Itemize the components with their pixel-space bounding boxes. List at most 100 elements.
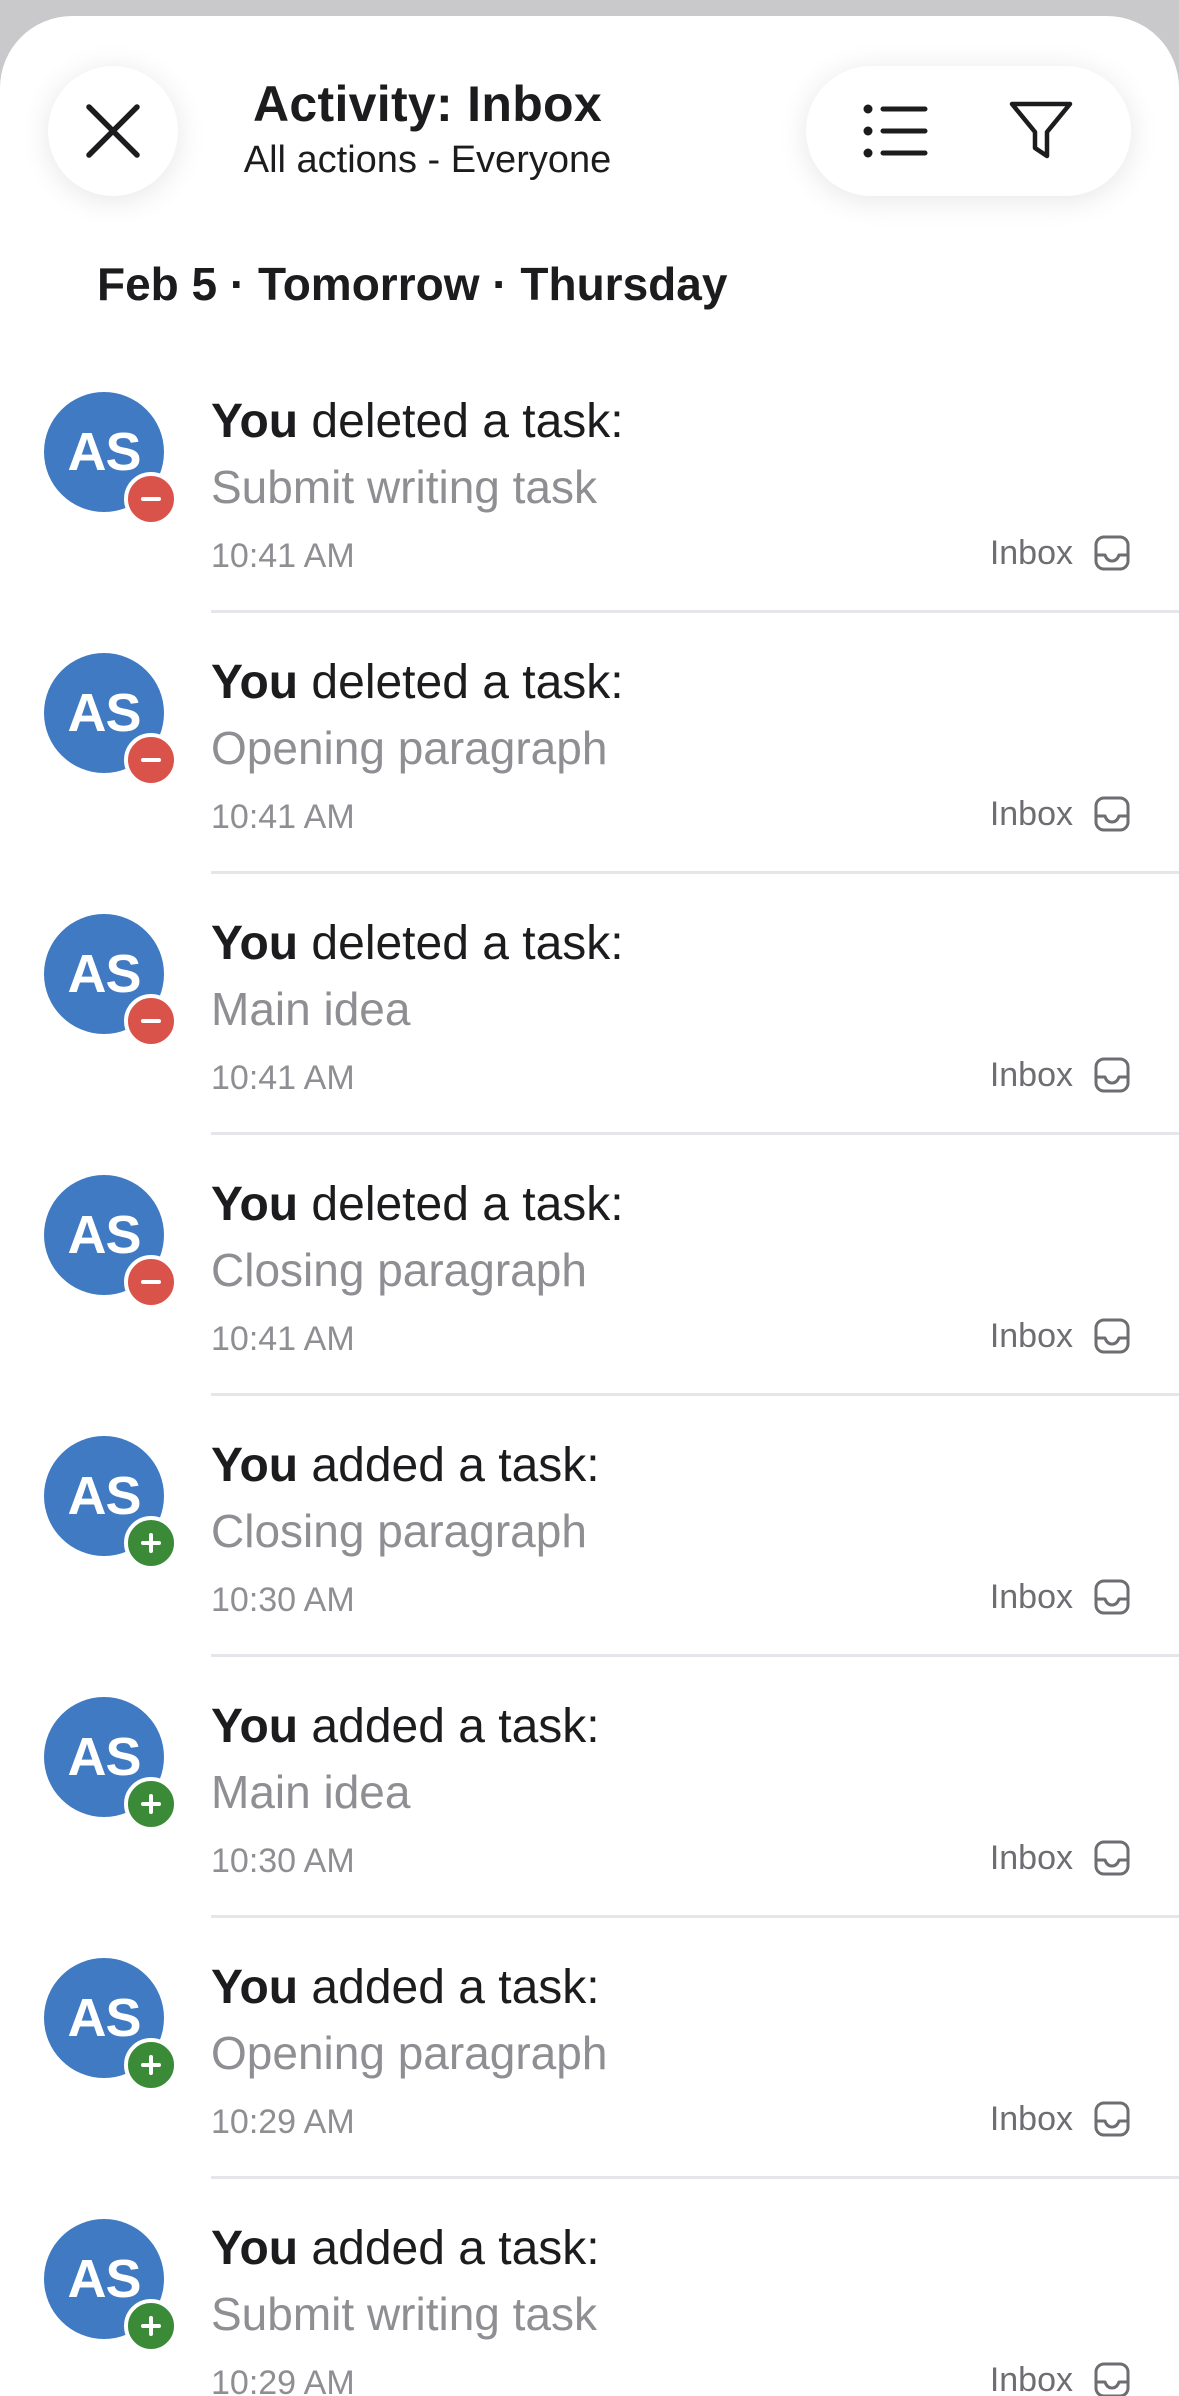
activity-description: You added a task: (211, 1697, 600, 1757)
project-tag: Inbox (990, 532, 1131, 574)
task-name: Main idea (211, 1766, 411, 1818)
added-badge (124, 1777, 178, 1831)
added-badge (124, 2038, 178, 2092)
inbox-icon (1094, 796, 1130, 832)
task-name: Main idea (211, 983, 411, 1035)
avatar-initials: AS (67, 1988, 141, 2048)
minus-icon (141, 497, 161, 501)
action-text: deleted a task: (298, 1178, 624, 1231)
actor-name: You (211, 1961, 299, 2014)
action-text: added a task: (298, 1700, 600, 1753)
avatar-initials: AS (67, 1205, 141, 1265)
deleted-badge (124, 472, 178, 526)
added-badge (124, 2299, 178, 2353)
activity-item[interactable]: AS You added a task: Closing paragraph 1… (0, 1396, 1179, 1657)
filter-button[interactable] (986, 76, 1096, 186)
project-tag: Inbox (990, 1837, 1131, 1879)
project-tag: Inbox (990, 793, 1131, 835)
actor-name: You (211, 1700, 299, 1753)
activity-description: You deleted a task: (211, 392, 624, 452)
avatar-initials: AS (67, 683, 141, 743)
inbox-icon (1094, 2101, 1130, 2137)
action-text: deleted a task: (298, 395, 624, 448)
deleted-badge (124, 733, 178, 787)
deleted-badge (124, 1255, 178, 1309)
action-text: added a task: (298, 1961, 600, 2014)
page-subtitle: All actions - Everyone (243, 139, 612, 181)
activity-item[interactable]: AS You deleted a task: Opening paragraph… (0, 613, 1179, 874)
close-icon (86, 104, 140, 158)
activity-description: You deleted a task: (211, 1175, 624, 1235)
minus-icon (141, 758, 161, 762)
actor-name: You (211, 917, 299, 970)
inbox-icon (1094, 1840, 1130, 1876)
activity-sheet: Activity: Inbox All actions - Everyone F… (0, 16, 1179, 2396)
avatar-initials: AS (67, 1727, 141, 1787)
plus-icon (141, 2055, 161, 2075)
activity-item[interactable]: AS You added a task: Opening paragraph 1… (0, 1918, 1179, 2179)
project-label: Inbox (989, 795, 1073, 833)
task-name: Submit writing task (211, 2288, 598, 2340)
header-actions (806, 66, 1131, 196)
plus-icon (141, 2316, 161, 2336)
activity-item[interactable]: AS You deleted a task: Main idea 10:41 A… (0, 874, 1179, 1135)
close-button[interactable] (48, 66, 178, 196)
action-text: added a task: (298, 2222, 600, 2275)
activity-description: You added a task: (211, 2219, 600, 2279)
project-label: Inbox (989, 2100, 1073, 2138)
project-label: Inbox (989, 1839, 1073, 1877)
actor-name: You (211, 1439, 299, 1492)
actor-name: You (211, 656, 299, 709)
avatar-initials: AS (67, 2249, 141, 2309)
project-label: Inbox (989, 534, 1073, 572)
project-tag: Inbox (990, 1576, 1131, 1618)
activity-time: 10:30 AM (211, 1581, 355, 1619)
inbox-icon (1094, 1057, 1130, 1093)
filter-icon (1009, 101, 1072, 159)
task-name: Closing paragraph (211, 1505, 587, 1557)
activity-description: You added a task: (211, 1436, 600, 1496)
activity-item[interactable]: AS You added a task: Submit writing task… (0, 2179, 1179, 2396)
activity-time: 10:29 AM (211, 2364, 355, 2396)
activity-time: 10:29 AM (211, 2103, 355, 2141)
activity-item[interactable]: AS You deleted a task: Submit writing ta… (0, 352, 1179, 613)
minus-icon (141, 1280, 161, 1284)
inbox-icon (1094, 1579, 1130, 1615)
header-titles: Activity: Inbox All actions - Everyone (170, 74, 685, 184)
task-name: Opening paragraph (211, 722, 608, 774)
action-text: deleted a task: (298, 917, 624, 970)
activity-description: You deleted a task: (211, 653, 624, 713)
avatar-initials: AS (67, 944, 141, 1004)
header: Activity: Inbox All actions - Everyone (0, 16, 1179, 226)
actor-name: You (211, 395, 299, 448)
task-name: Submit writing task (211, 461, 598, 513)
activity-list: AS You deleted a task: Submit writing ta… (0, 352, 1179, 2396)
task-name: Opening paragraph (211, 2027, 608, 2079)
added-badge (124, 1516, 178, 1570)
avatar-initials: AS (67, 1466, 141, 1526)
activity-time: 10:41 AM (211, 798, 355, 836)
avatar-initials: AS (67, 422, 141, 482)
action-text: added a task: (298, 1439, 600, 1492)
inbox-icon (1094, 2362, 1130, 2396)
activity-item[interactable]: AS You added a task: Main idea 10:30 AM … (0, 1657, 1179, 1918)
activity-description: You deleted a task: (211, 914, 624, 974)
inbox-icon (1094, 535, 1130, 571)
date-heading: Feb 5 · Tomorrow · Thursday (97, 258, 728, 310)
view-options-button[interactable] (841, 76, 951, 186)
actor-name: You (211, 1178, 299, 1231)
activity-time: 10:41 AM (211, 537, 355, 575)
activity-time: 10:41 AM (211, 1320, 355, 1358)
actor-name: You (211, 2222, 299, 2275)
task-name: Closing paragraph (211, 1244, 587, 1296)
activity-item[interactable]: AS You deleted a task: Closing paragraph… (0, 1135, 1179, 1396)
project-tag: Inbox (990, 2359, 1131, 2396)
page-title: Activity: Inbox (253, 76, 602, 132)
project-tag: Inbox (990, 2098, 1131, 2140)
project-label: Inbox (989, 1317, 1073, 1355)
activity-time: 10:30 AM (211, 1842, 355, 1880)
plus-icon (141, 1533, 161, 1553)
project-tag: Inbox (990, 1054, 1131, 1096)
activity-time: 10:41 AM (211, 1059, 355, 1097)
action-text: deleted a task: (298, 656, 624, 709)
